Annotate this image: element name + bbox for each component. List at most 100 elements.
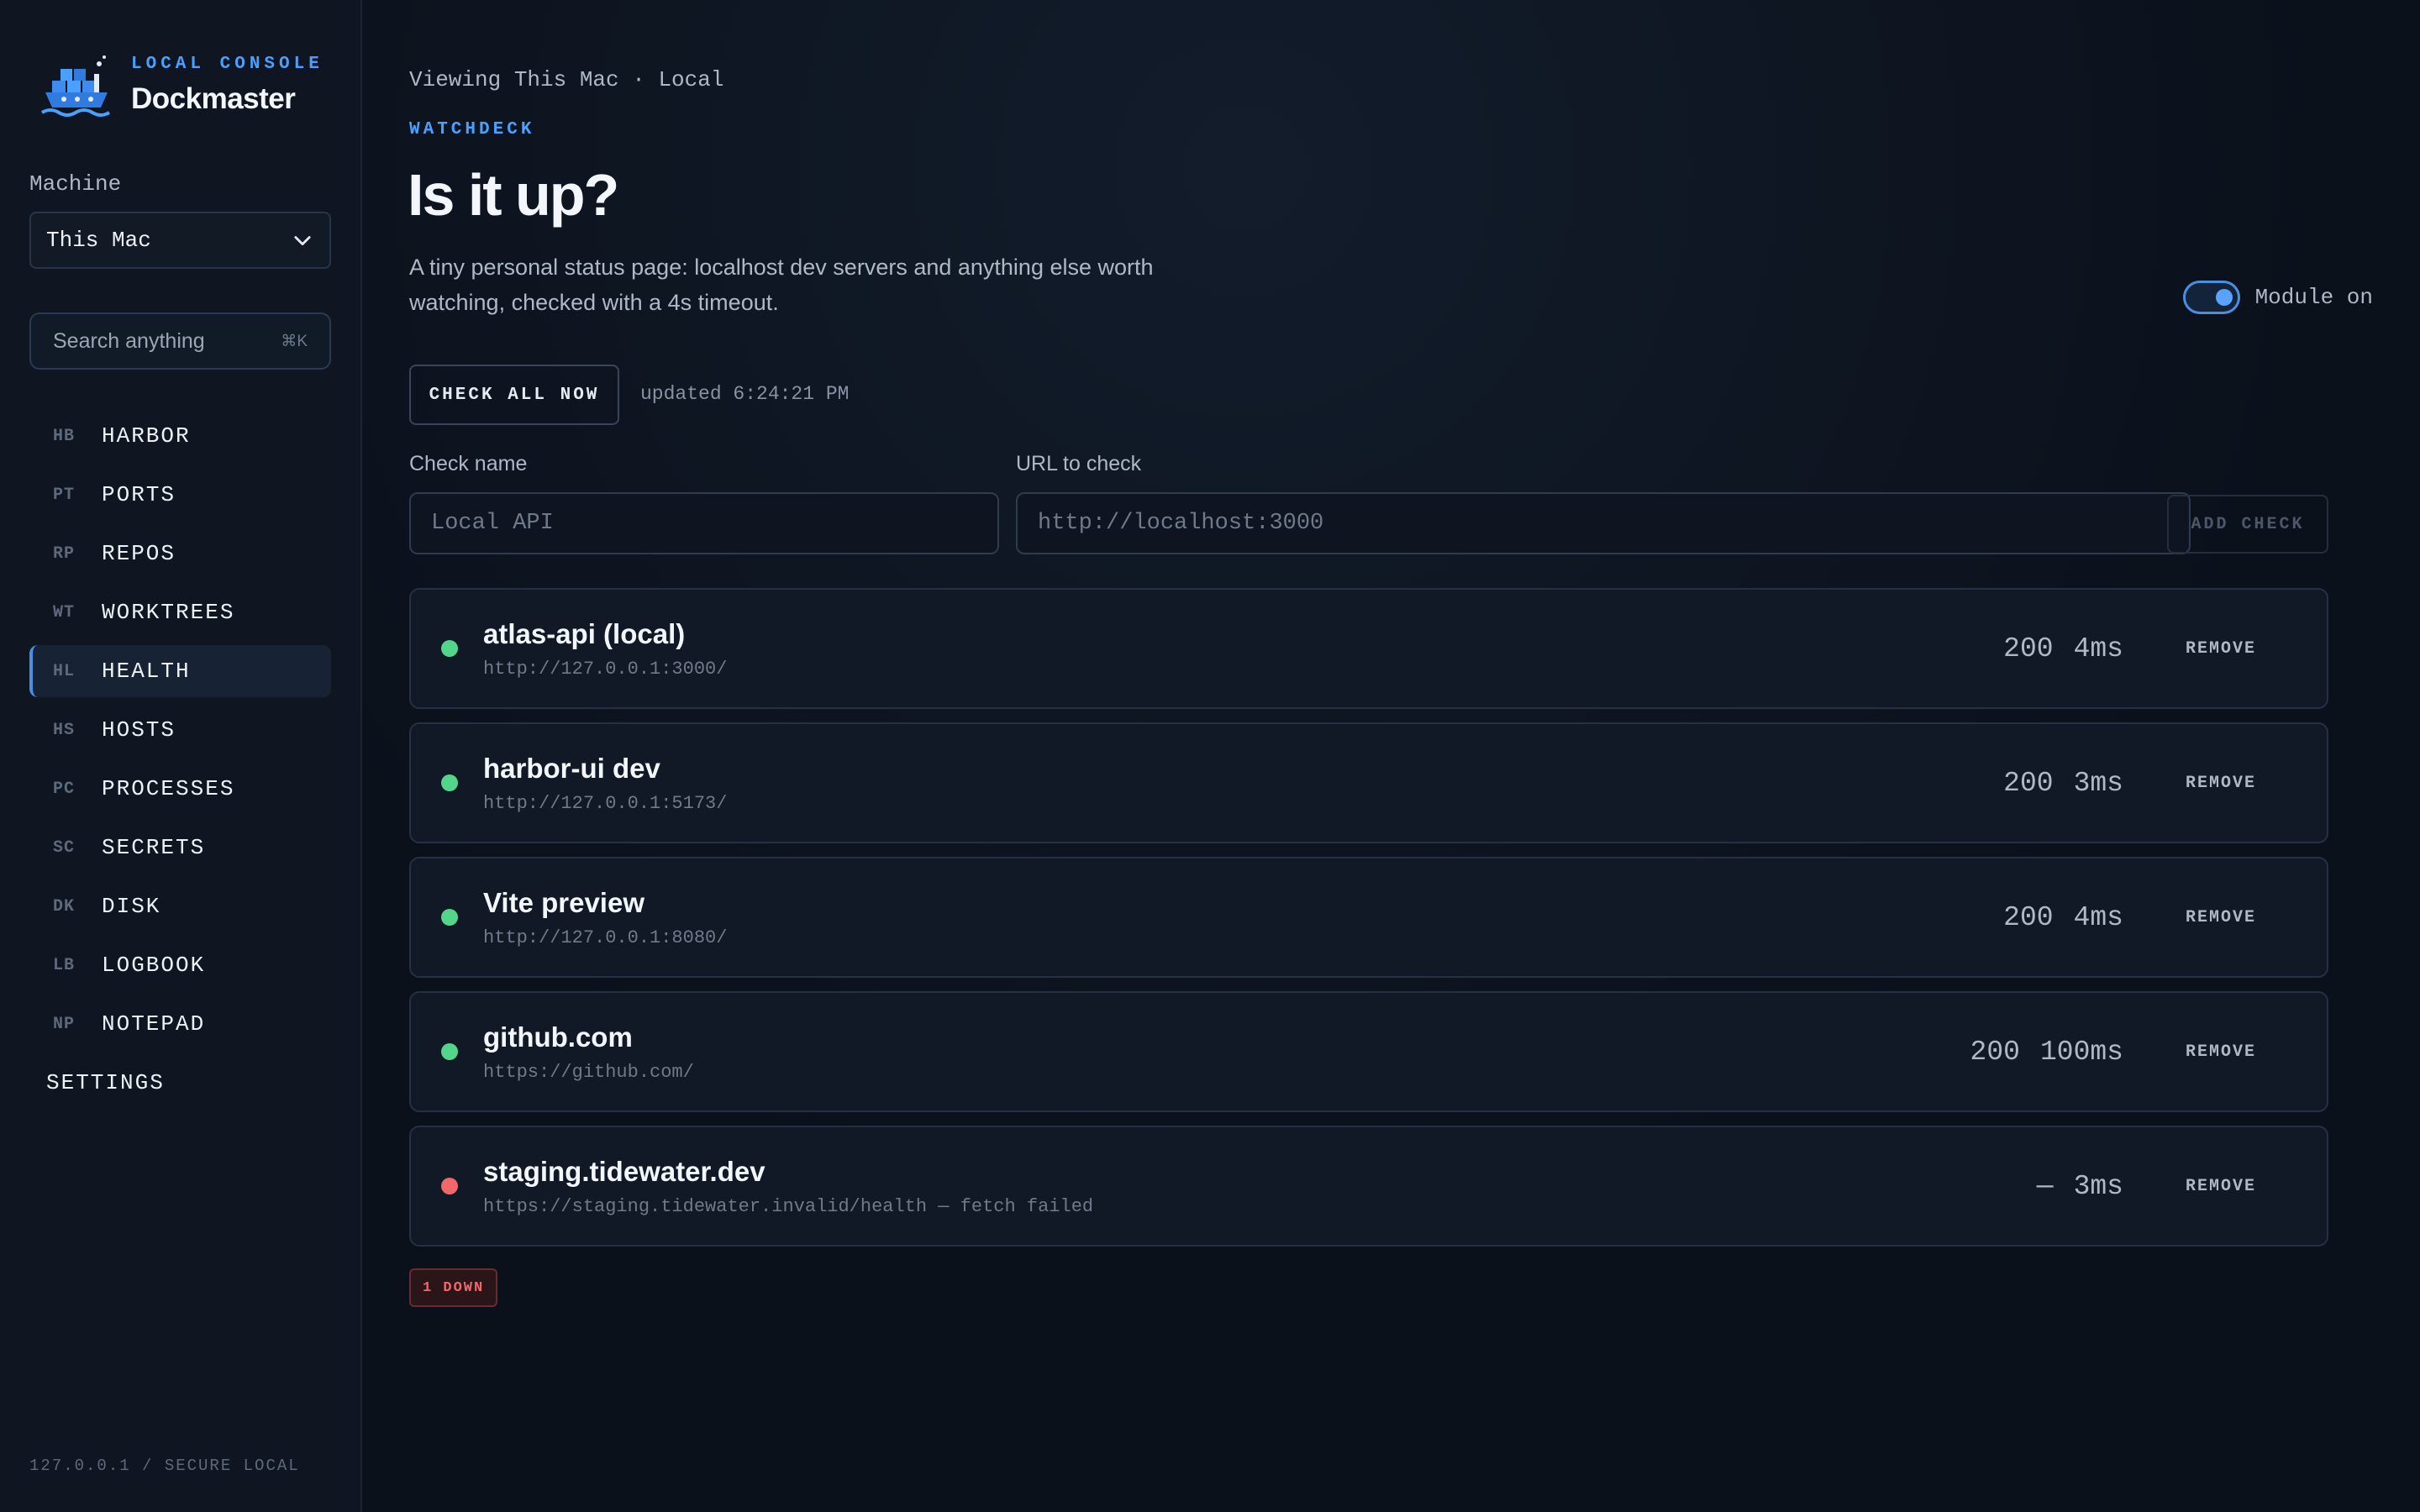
remove-button[interactable]: REMOVE bbox=[2186, 993, 2256, 1110]
nav-abbr: HS bbox=[53, 720, 76, 740]
nav-abbr: LB bbox=[53, 955, 76, 975]
sidebar-item-ports[interactable]: PT PORTS bbox=[29, 469, 331, 521]
check-row: atlas-api (local) http://127.0.0.1:3000/… bbox=[409, 588, 2328, 709]
sidebar-item-settings[interactable]: SETTINGS bbox=[29, 1057, 331, 1109]
latency: 3ms bbox=[2073, 767, 2123, 799]
sidebar-footer: 127.0.0.1 / SECURE LOCAL bbox=[29, 1457, 300, 1475]
sidebar-item-repos[interactable]: RP REPOS bbox=[29, 528, 331, 580]
check-name-input[interactable]: Local API bbox=[409, 492, 999, 554]
check-url: https://github.com/ bbox=[483, 1061, 694, 1083]
check-url: https://staging.tidewater.invalid/health… bbox=[483, 1195, 1094, 1217]
module-toggle[interactable]: Module on bbox=[2182, 281, 2373, 314]
machine-label: Machine bbox=[29, 171, 122, 197]
nav-label: LOGBOOK bbox=[102, 953, 206, 978]
toggle-switch[interactable] bbox=[2182, 281, 2240, 314]
check-metrics: 200 100ms bbox=[1970, 993, 2123, 1110]
search-shortcut: ⌘K bbox=[281, 332, 308, 350]
latency: 100ms bbox=[2039, 1036, 2123, 1068]
sidebar-item-logbook[interactable]: LB LOGBOOK bbox=[29, 939, 331, 991]
remove-button[interactable]: REMOVE bbox=[2186, 1127, 2256, 1245]
check-metrics: — 3ms bbox=[2037, 1127, 2123, 1245]
nav-label: DISK bbox=[102, 894, 161, 919]
brand: LOCAL CONSOLE Dockmaster bbox=[40, 49, 324, 121]
nav-abbr: NP bbox=[53, 1014, 76, 1034]
check-url: http://127.0.0.1:3000/ bbox=[483, 658, 728, 680]
app-window: LOCAL CONSOLE Dockmaster Machine This Ma… bbox=[0, 0, 2420, 1512]
checks-list: atlas-api (local) http://127.0.0.1:3000/… bbox=[409, 588, 2328, 1260]
page-description: A tiny personal status page: localhost d… bbox=[409, 255, 1154, 315]
add-check-button[interactable]: ADD CHECK bbox=[2167, 495, 2328, 554]
nav-abbr: SC bbox=[53, 837, 76, 858]
remove-button[interactable]: REMOVE bbox=[2186, 724, 2256, 842]
status-code: — bbox=[2036, 1170, 2054, 1202]
updated-timestamp: updated 6:24:21 PM bbox=[640, 383, 850, 405]
status-code: 200 bbox=[2003, 767, 2054, 799]
status-code: 200 bbox=[2003, 633, 2054, 664]
check-name: atlas-api (local) bbox=[483, 617, 686, 649]
check-name: Vite preview bbox=[483, 886, 644, 918]
toggle-knob bbox=[2215, 289, 2233, 306]
nav-label: HOSTS bbox=[102, 717, 176, 743]
brand-kicker: LOCAL CONSOLE bbox=[131, 54, 324, 74]
main-content: Viewing This Mac · Local WATCHDECK Is it… bbox=[362, 0, 2420, 1512]
sidebar-item-hosts[interactable]: HS HOSTS bbox=[29, 704, 331, 756]
sidebar-item-disk[interactable]: DK DISK bbox=[29, 880, 331, 932]
nav-abbr: PC bbox=[53, 779, 76, 799]
check-metrics: 200 3ms bbox=[2003, 724, 2123, 842]
ship-logo-icon bbox=[40, 55, 111, 117]
check-metrics: 200 4ms bbox=[2003, 590, 2123, 707]
latency: 4ms bbox=[2073, 901, 2123, 933]
sidebar-item-health[interactable]: HL HEALTH bbox=[29, 645, 331, 697]
status-dot bbox=[441, 1178, 458, 1194]
module-toggle-label: Module on bbox=[2254, 285, 2373, 310]
machine-select[interactable]: This Mac bbox=[29, 212, 331, 269]
status-dot bbox=[441, 1043, 458, 1060]
sidebar-item-worktrees[interactable]: WT WORKTREES bbox=[29, 586, 331, 638]
nav-abbr: HB bbox=[53, 426, 76, 446]
nav-label: SECRETS bbox=[102, 835, 206, 860]
nav-abbr: DK bbox=[53, 896, 76, 916]
sidebar-item-notepad[interactable]: NP NOTEPAD bbox=[29, 998, 331, 1050]
search-placeholder: Search anything bbox=[53, 328, 205, 353]
down-count-badge: 1 DOWN bbox=[409, 1268, 498, 1307]
status-code: 200 bbox=[1970, 1036, 2020, 1068]
nav-label: PORTS bbox=[102, 482, 176, 507]
page-title: Is it up? bbox=[408, 162, 619, 228]
search-input[interactable]: Search anything ⌘K bbox=[29, 312, 331, 370]
sidebar-item-harbor[interactable]: HB HARBOR bbox=[29, 410, 331, 462]
check-row: Vite preview http://127.0.0.1:8080/ 200 … bbox=[409, 857, 2328, 978]
check-name-placeholder: Local API bbox=[431, 511, 554, 536]
check-row: github.com https://github.com/ 200 100ms… bbox=[409, 991, 2328, 1112]
machine-select-value: This Mac bbox=[46, 228, 151, 253]
nav-label: REPOS bbox=[102, 541, 176, 566]
check-name-label: Check name bbox=[409, 452, 528, 475]
nav-label: HEALTH bbox=[102, 659, 191, 684]
latency: 4ms bbox=[2073, 633, 2123, 664]
nav-label: HARBOR bbox=[102, 423, 191, 449]
check-url: http://127.0.0.1:5173/ bbox=[483, 792, 728, 814]
check-all-button[interactable]: CHECK ALL NOW bbox=[409, 365, 619, 425]
sidebar-item-processes[interactable]: PC PROCESSES bbox=[29, 763, 331, 815]
url-input[interactable]: http://localhost:3000 bbox=[1016, 492, 2191, 554]
nav-label: WORKTREES bbox=[102, 600, 235, 625]
remove-button[interactable]: REMOVE bbox=[2186, 590, 2256, 707]
nav-label: SETTINGS bbox=[46, 1070, 165, 1095]
status-dot bbox=[441, 909, 458, 926]
nav-abbr: HL bbox=[53, 661, 76, 681]
breadcrumb: Viewing This Mac · Local bbox=[409, 67, 724, 92]
nav-abbr: RP bbox=[53, 543, 76, 564]
nav-label: NOTEPAD bbox=[102, 1011, 206, 1037]
nav-abbr: PT bbox=[53, 485, 76, 505]
brand-title: Dockmaster bbox=[131, 81, 296, 115]
check-row: harbor-ui dev http://127.0.0.1:5173/ 200… bbox=[409, 722, 2328, 843]
url-label: URL to check bbox=[1016, 452, 1142, 475]
check-name: github.com bbox=[483, 1021, 633, 1053]
chevron-down-icon bbox=[294, 236, 311, 246]
sidebar-item-secrets[interactable]: SC SECRETS bbox=[29, 822, 331, 874]
remove-button[interactable]: REMOVE bbox=[2186, 858, 2256, 976]
check-url: http://127.0.0.1:8080/ bbox=[483, 927, 728, 948]
nav-label: PROCESSES bbox=[102, 776, 235, 801]
status-code: 200 bbox=[2003, 901, 2054, 933]
nav-abbr: WT bbox=[53, 602, 76, 622]
check-row: staging.tidewater.dev https://staging.ti… bbox=[409, 1126, 2328, 1247]
